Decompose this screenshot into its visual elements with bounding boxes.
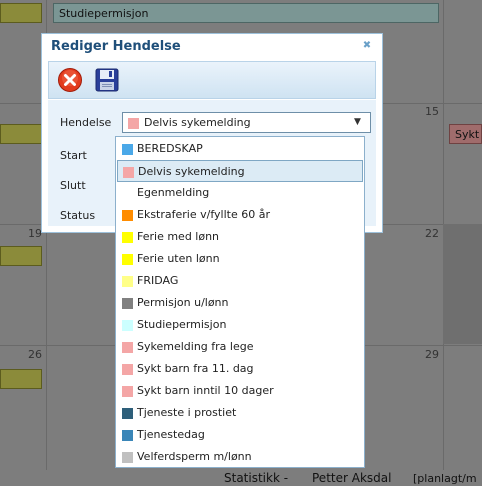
status-user: Petter Aksdal xyxy=(312,471,392,485)
dropdown-option[interactable]: Ferie med lønn xyxy=(117,226,363,248)
dropdown-option[interactable]: FRIDAG xyxy=(117,270,363,292)
dropdown-option-label: Ferie uten lønn xyxy=(137,252,220,265)
dropdown-option[interactable]: Ekstraferie v/fyllte 60 år xyxy=(117,204,363,226)
close-icon[interactable]: ✖ xyxy=(361,40,373,52)
dropdown-option[interactable]: Sykt barn inntil 10 dager xyxy=(117,380,363,402)
chevron-down-icon[interactable]: ▼ xyxy=(354,117,361,127)
color-swatch xyxy=(122,386,133,397)
dropdown-option[interactable]: Tjenestedag xyxy=(117,424,363,446)
status-state: [planlagt/m xyxy=(413,472,477,485)
dropdown-option[interactable]: Tjeneste i prostiet xyxy=(117,402,363,424)
day-number: 26 xyxy=(28,348,42,361)
color-swatch xyxy=(122,342,133,353)
color-swatch xyxy=(123,167,134,178)
color-swatch xyxy=(122,320,133,331)
dropdown-option-label: Permisjon u/lønn xyxy=(137,296,229,309)
hendelse-selected-value: Delvis sykemelding xyxy=(144,116,251,129)
weekend-cell xyxy=(443,224,482,344)
dialog-titlebar: Rediger Hendelse ✖ xyxy=(42,34,382,60)
dropdown-option[interactable]: Velferdsperm m/lønn xyxy=(117,446,363,467)
color-swatch xyxy=(122,232,133,243)
dropdown-option[interactable]: Egenmelding xyxy=(117,182,363,204)
dropdown-option-label: Tjeneste i prostiet xyxy=(137,406,237,419)
dropdown-option-label: BEREDSKAP xyxy=(137,142,203,155)
hendelse-select[interactable]: Delvis sykemelding ▼ xyxy=(122,112,371,133)
hendelse-label: Hendelse xyxy=(60,116,112,129)
calendar-event[interactable] xyxy=(0,246,42,266)
dropdown-option-label: Delvis sykemelding xyxy=(138,165,245,178)
status-title: Statistikk - xyxy=(224,471,289,485)
day-number: 29 xyxy=(425,348,439,361)
dropdown-option-label: Ekstraferie v/fyllte 60 år xyxy=(137,208,270,221)
dropdown-option-label: Tjenestedag xyxy=(137,428,205,441)
color-swatch xyxy=(122,276,133,287)
day-number: 15 xyxy=(425,105,439,118)
color-swatch xyxy=(122,408,133,419)
color-swatch xyxy=(122,452,133,463)
dropdown-option-label: Ferie med lønn xyxy=(137,230,220,243)
color-swatch xyxy=(122,430,133,441)
dialog-title: Rediger Hendelse xyxy=(51,39,181,54)
dropdown-option[interactable]: Sykt barn fra 11. dag xyxy=(117,358,363,380)
day-number: 22 xyxy=(425,227,439,240)
color-swatch xyxy=(122,144,133,155)
dropdown-option-label: Sykemelding fra lege xyxy=(137,340,254,353)
dropdown-option-label: Sykt barn inntil 10 dager xyxy=(137,384,274,397)
delete-icon xyxy=(58,68,82,92)
selected-color-swatch xyxy=(128,118,139,129)
calendar-event[interactable] xyxy=(0,3,42,23)
status-bar: Statistikk - Petter Aksdal [planlagt/m xyxy=(0,470,482,486)
day-number: 19 xyxy=(28,227,42,240)
dropdown-option-label: Sykt barn fra 11. dag xyxy=(137,362,254,375)
floppy-disk-icon xyxy=(95,68,119,92)
dropdown-option-label: Studiepermisjon xyxy=(137,318,227,331)
dropdown-option[interactable]: Delvis sykemelding xyxy=(117,160,363,182)
slutt-label: Slutt xyxy=(60,179,86,192)
dropdown-option[interactable]: Permisjon u/lønn xyxy=(117,292,363,314)
calendar-event-sykt[interactable]: Sykt xyxy=(449,124,482,144)
start-label: Start xyxy=(60,149,87,162)
status-label: Status xyxy=(60,209,96,222)
calendar-event[interactable] xyxy=(0,369,42,389)
dropdown-option[interactable]: Studiepermisjon xyxy=(117,314,363,336)
calendar-event-studiepermisjon[interactable]: Studiepermisjon xyxy=(53,3,439,23)
dropdown-option-label: Egenmelding xyxy=(137,186,210,199)
dialog-toolbar xyxy=(48,61,376,99)
dropdown-option[interactable]: Sykemelding fra lege xyxy=(117,336,363,358)
calendar-event[interactable] xyxy=(0,124,42,144)
color-swatch xyxy=(122,364,133,375)
dropdown-option-label: FRIDAG xyxy=(137,274,179,287)
color-swatch xyxy=(122,210,133,221)
color-swatch xyxy=(122,254,133,265)
color-swatch xyxy=(122,298,133,309)
dropdown-option-label: Velferdsperm m/lønn xyxy=(137,450,252,463)
save-button[interactable] xyxy=(94,67,120,93)
hendelse-dropdown-list[interactable]: BEREDSKAP Delvis sykemelding Egenmelding Ek… xyxy=(115,136,365,468)
delete-button[interactable] xyxy=(57,67,83,93)
dropdown-option[interactable]: Ferie uten lønn xyxy=(117,248,363,270)
dropdown-option[interactable]: BEREDSKAP xyxy=(117,138,363,160)
